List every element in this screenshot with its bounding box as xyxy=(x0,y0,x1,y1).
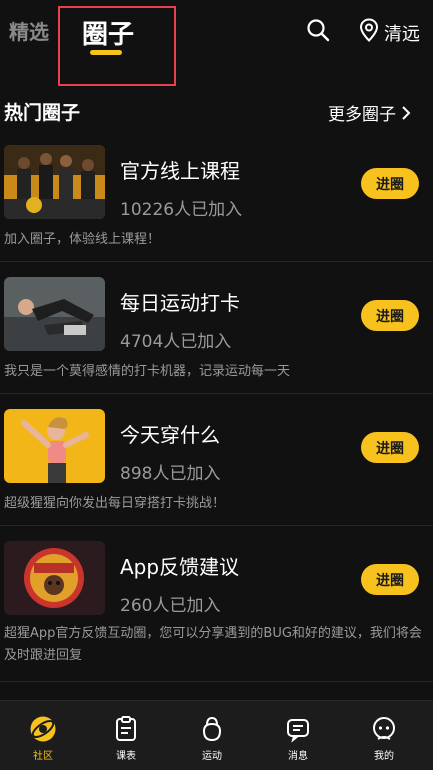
circle-description: 超级猩猩向你发出每日穿搭打卡挑战！ xyxy=(4,496,226,511)
join-circle-button[interactable]: 进圈 xyxy=(361,564,419,595)
circle-description: 我只是一个莫得感情的打卡机器，记录运动每一天 xyxy=(4,364,291,379)
circle-thumbnail xyxy=(4,277,105,351)
kettlebell-icon xyxy=(202,716,222,742)
dancer-photo-icon xyxy=(4,409,105,483)
circle-name: App反馈建议 xyxy=(120,555,240,579)
location-pin-icon[interactable] xyxy=(359,18,379,42)
divider xyxy=(0,681,433,682)
divider xyxy=(0,261,433,262)
nav-messages-label: 消息 xyxy=(288,751,308,762)
join-circle-button[interactable]: 进圈 xyxy=(361,432,419,463)
gorilla-badge-photo-icon xyxy=(4,541,105,615)
nav-schedule-label: 课表 xyxy=(116,751,136,762)
clipboard-icon xyxy=(116,716,136,741)
circle-name: 每日运动打卡 xyxy=(120,291,240,315)
circle-thumbnail xyxy=(4,145,105,219)
member-count: 10226人已加入 xyxy=(120,200,243,220)
tab-circles[interactable]: 圈子 xyxy=(82,14,134,51)
circle-name: 今天穿什么 xyxy=(120,423,220,447)
nav-community[interactable]: 社区 xyxy=(0,701,86,770)
member-count: 4704人已加入 xyxy=(120,332,232,352)
search-icon[interactable] xyxy=(306,18,330,42)
join-circle-button[interactable]: 进圈 xyxy=(361,168,419,199)
tab-circles-highlight: 圈子 xyxy=(58,6,176,86)
divider xyxy=(0,393,433,394)
tab-featured[interactable]: 精选 xyxy=(9,16,49,45)
nav-schedule[interactable]: 课表 xyxy=(83,701,169,770)
circle-description: 加入圈子，体验线上课程！ xyxy=(4,232,161,247)
nav-mine[interactable]: 我的 xyxy=(341,701,427,770)
nav-messages[interactable]: 消息 xyxy=(255,701,341,770)
more-circles-label: 更多圈子 xyxy=(328,105,396,125)
member-count: 260人已加入 xyxy=(120,596,221,616)
member-count: 898人已加入 xyxy=(120,464,221,484)
profile-icon xyxy=(373,717,395,740)
fitness-group-photo-icon xyxy=(4,145,105,219)
divider xyxy=(0,525,433,526)
active-tab-indicator xyxy=(90,50,122,55)
top-bar: 精选 圈子 清远 xyxy=(0,0,433,86)
nav-community-label: 社区 xyxy=(33,751,53,762)
message-icon xyxy=(287,719,309,743)
community-icon xyxy=(30,716,56,742)
circle-name: 官方线上课程 xyxy=(120,159,240,183)
circle-description: 超猩App官方反馈互动圈，您可以分享遇到的BUG和好的建议，我们将会及时跟进回复 xyxy=(4,626,422,663)
section-title: 热门圈子 xyxy=(4,102,81,124)
location-label[interactable]: 清远 xyxy=(384,20,420,46)
circle-thumbnail xyxy=(4,409,105,483)
nav-mine-label: 我的 xyxy=(374,751,394,762)
app-screen: 精选 圈子 清远 热门圈子 更多圈子 官方线上课程 10226人已加入 进圈 加… xyxy=(0,0,433,770)
stretching-photo-icon xyxy=(4,277,105,351)
nav-sports-label: 运动 xyxy=(202,751,222,762)
more-circles-link[interactable]: 更多圈子 xyxy=(328,100,412,125)
chevron-right-icon xyxy=(402,105,411,120)
bottom-nav: 社区 课表 运动 消息 我的 xyxy=(0,700,433,770)
circle-thumbnail xyxy=(4,541,105,615)
join-circle-button[interactable]: 进圈 xyxy=(361,300,419,331)
nav-sports[interactable]: 运动 xyxy=(169,701,255,770)
